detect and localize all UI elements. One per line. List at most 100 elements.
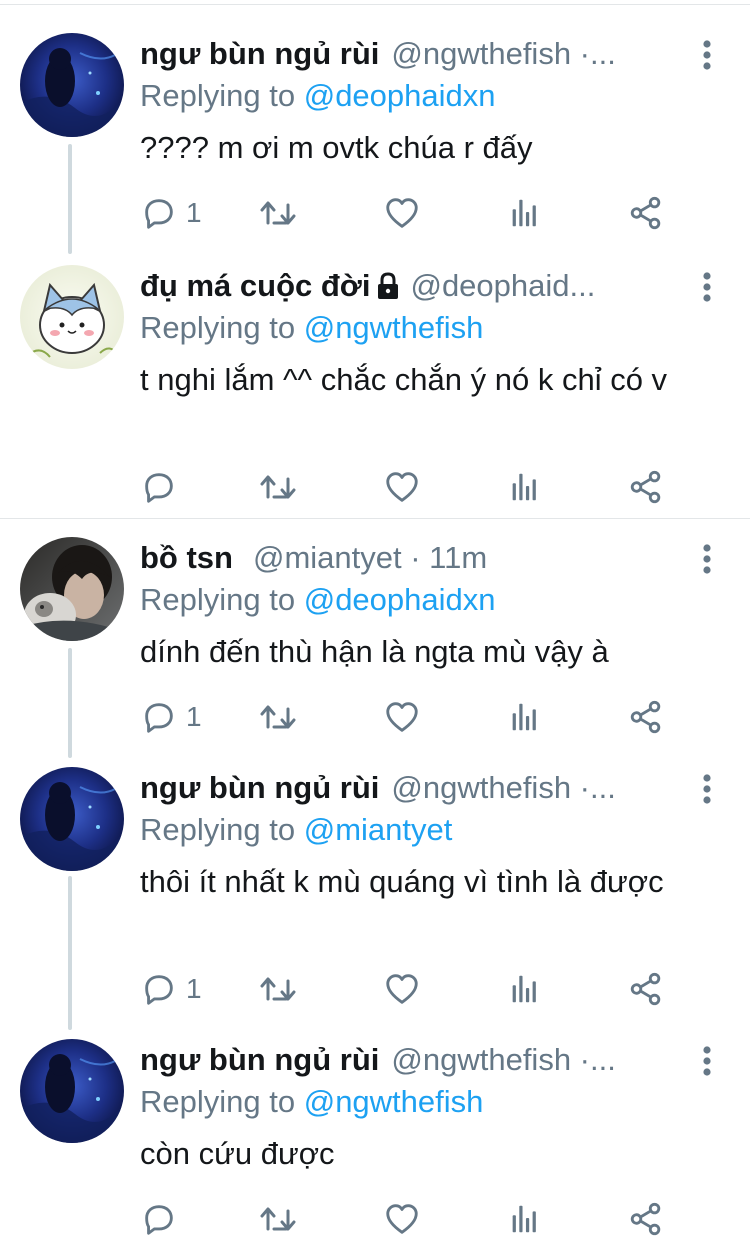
tweet-text: thôi ít nhất k mù quáng vì tình là được (140, 864, 664, 899)
handle[interactable]: @ngwthefish ·... (391, 33, 615, 75)
retweet-button[interactable] (258, 1199, 298, 1239)
avatar[interactable] (20, 537, 124, 641)
share-icon (627, 970, 665, 1008)
like-button[interactable] (383, 697, 421, 737)
handle[interactable]: @ngwthefish ·... (391, 767, 615, 809)
replying-label: Replying to (140, 582, 296, 617)
handle[interactable]: @miantyet · 11m (253, 537, 487, 579)
like-icon (383, 1200, 421, 1238)
replying-mention[interactable]: @ngwthefish (304, 1084, 484, 1119)
analytics-icon (506, 970, 544, 1008)
retweet-icon (258, 1199, 298, 1239)
avatar[interactable] (20, 1039, 124, 1143)
replying-mention[interactable]: @deophaidxn (304, 582, 496, 617)
retweet-button[interactable] (258, 969, 298, 1009)
share-icon (627, 194, 665, 232)
like-button[interactable] (383, 193, 421, 233)
display-name[interactable]: ngư bùn ngủ rùi (140, 767, 379, 809)
reply-button[interactable]: 1 (140, 969, 202, 1009)
share-button[interactable] (627, 697, 665, 737)
share-icon (627, 1200, 665, 1238)
reply-icon (140, 468, 178, 506)
display-name[interactable]: đụ má cuộc đời (140, 265, 370, 307)
display-name[interactable]: ngư bùn ngủ rùi (140, 1039, 379, 1081)
analytics-button[interactable] (506, 193, 544, 233)
reply-button[interactable]: 1 (140, 193, 202, 233)
display-name[interactable]: bồ tsn (140, 537, 233, 579)
analytics-icon (506, 194, 544, 232)
tweet-content: ngư bùn ngủ rùi @ngwthefish ·... Replyin… (140, 33, 685, 169)
reply-button[interactable] (140, 1199, 186, 1239)
replying-label: Replying to (140, 812, 296, 847)
action-bar: 1 (140, 969, 700, 1009)
tweet-header: ngư bùn ngủ rùi @ngwthefish ·... (140, 767, 685, 809)
replying-label: Replying to (140, 1084, 296, 1119)
avatar[interactable] (20, 767, 124, 871)
like-icon (383, 194, 421, 232)
analytics-icon (506, 698, 544, 736)
retweet-button[interactable] (258, 697, 298, 737)
replying-mention[interactable]: @miantyet (304, 812, 453, 847)
replying-mention[interactable]: @ngwthefish (304, 310, 484, 345)
group-divider (0, 518, 750, 519)
more-icon[interactable] (700, 773, 714, 805)
retweet-icon (258, 467, 298, 507)
tweet-header: ngư bùn ngủ rùi @ngwthefish ·... (140, 1039, 685, 1081)
share-icon (627, 468, 665, 506)
like-button[interactable] (383, 969, 421, 1009)
share-button[interactable] (627, 1199, 665, 1239)
replying-to: Replying to @ngwthefish (140, 307, 685, 349)
action-bar (140, 1199, 700, 1239)
share-button[interactable] (627, 467, 665, 507)
thread-connector (68, 144, 72, 254)
tweet-content: đụ má cuộc đời @deophaid... Replying to … (140, 265, 685, 401)
reply-button[interactable]: 1 (140, 697, 202, 737)
tweet-content: ngư bùn ngủ rùi @ngwthefish ·... Replyin… (140, 767, 685, 903)
handle[interactable]: @ngwthefish ·... (391, 1039, 615, 1081)
replying-label: Replying to (140, 310, 296, 345)
avatar[interactable] (20, 33, 124, 137)
action-bar (140, 467, 700, 507)
tweet-header: bồ tsn @miantyet · 11m (140, 537, 685, 579)
like-button[interactable] (383, 1199, 421, 1239)
retweet-icon (258, 969, 298, 1009)
more-icon[interactable] (700, 1045, 714, 1077)
replying-mention[interactable]: @deophaidxn (304, 78, 496, 113)
analytics-button[interactable] (506, 969, 544, 1009)
more-icon[interactable] (700, 543, 714, 575)
top-divider (0, 4, 750, 5)
tweet-text: t nghi lắm ^^ chắc chắn ý nó k chỉ có v (140, 362, 668, 397)
reply-button[interactable] (140, 467, 186, 507)
more-icon[interactable] (700, 271, 714, 303)
retweet-button[interactable] (258, 467, 298, 507)
analytics-button[interactable] (506, 467, 544, 507)
replying-to: Replying to @miantyet (140, 809, 685, 851)
tweet-header: ngư bùn ngủ rùi @ngwthefish ·... (140, 33, 685, 75)
display-name[interactable]: ngư bùn ngủ rùi (140, 33, 379, 75)
analytics-button[interactable] (506, 697, 544, 737)
reply-icon (140, 194, 178, 232)
tweet-content: bồ tsn @miantyet · 11m Replying to @deop… (140, 537, 685, 673)
thread-connector (68, 648, 72, 758)
tweet-text: ???? m ơi m ovtk chúa r đấy (140, 130, 533, 165)
replying-label: Replying to (140, 78, 296, 113)
handle[interactable]: @deophaid... (410, 265, 595, 307)
retweet-icon (258, 697, 298, 737)
more-icon[interactable] (700, 39, 714, 71)
reply-count: 1 (186, 701, 202, 732)
replying-to: Replying to @deophaidxn (140, 75, 685, 117)
reply-count: 1 (186, 197, 202, 228)
avatar[interactable] (20, 265, 124, 369)
like-button[interactable] (383, 467, 421, 507)
reply-icon (140, 698, 178, 736)
share-button[interactable] (627, 193, 665, 233)
retweet-button[interactable] (258, 193, 298, 233)
tweet-text: dính đến thù hận là ngta mù vậy à (140, 634, 609, 669)
reply-icon (140, 970, 178, 1008)
like-icon (383, 698, 421, 736)
analytics-button[interactable] (506, 1199, 544, 1239)
thread-connector (68, 876, 72, 1030)
reply-count: 1 (186, 973, 202, 1004)
share-button[interactable] (627, 969, 665, 1009)
lock-icon (378, 272, 399, 299)
